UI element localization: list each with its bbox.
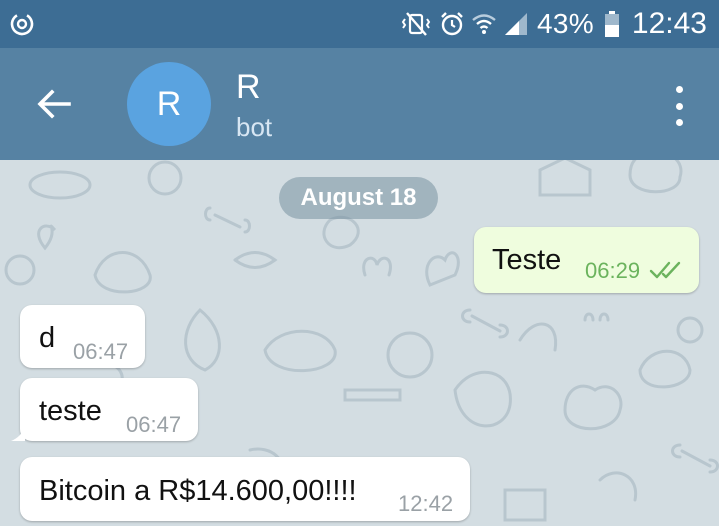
message-time: 06:47 — [126, 412, 182, 437]
chat-header: R R bot — [0, 48, 719, 160]
message-time: 06:29 — [585, 258, 641, 283]
data-saver-icon — [10, 12, 34, 36]
message-list[interactable]: August 18 Teste 06:29 d 06:47 teste 06:4… — [0, 160, 719, 526]
message-bubble-outgoing[interactable]: Teste 06:29 — [474, 227, 699, 293]
wifi-icon — [472, 14, 496, 34]
double-check-icon — [649, 261, 681, 279]
mute-vibrate-icon — [401, 12, 431, 36]
chat-title[interactable]: R — [236, 68, 261, 107]
back-button[interactable] — [26, 80, 82, 128]
chat-subtitle: bot — [236, 112, 273, 142]
message-time: 06:47 — [73, 339, 129, 364]
message-bubble-incoming[interactable]: d 06:47 — [20, 305, 145, 368]
message-bubble-incoming[interactable]: Bitcoin a R$14.600,00!!!! 12:42 — [20, 457, 470, 521]
more-vert-icon — [675, 86, 683, 93]
status-bar: 43% 12:43 — [0, 0, 719, 48]
message-text: Bitcoin a R$14.600,00!!!! — [39, 475, 357, 507]
message-text: Teste — [492, 244, 562, 276]
status-time: 12:43 — [631, 7, 707, 40]
back-arrow-icon — [37, 89, 71, 119]
battery-icon — [604, 11, 619, 37]
battery-percentage: 43% — [536, 8, 594, 39]
alarm-icon — [441, 12, 463, 36]
bubble-tail — [11, 427, 25, 441]
message-bubble-incoming[interactable]: teste 06:47 — [11, 378, 198, 441]
avatar[interactable]: R — [127, 62, 211, 146]
more-options-button[interactable] — [667, 86, 691, 126]
message-time: 12:42 — [398, 491, 454, 516]
message-text: d — [39, 322, 56, 354]
signal-icon — [504, 13, 527, 35]
message-text: teste — [39, 395, 102, 427]
date-separator: August 18 — [279, 177, 438, 219]
